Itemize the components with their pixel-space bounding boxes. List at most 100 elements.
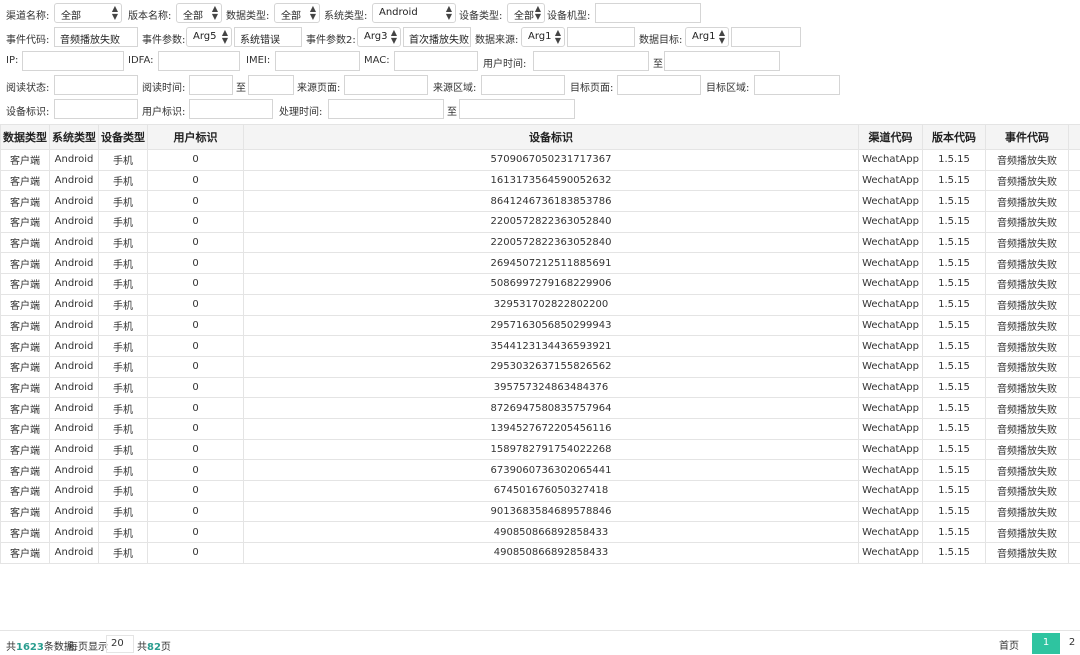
table-row[interactable]: 客户端 Android 手机 0 3544123134436593921 WechatAp… [0, 335, 1080, 357]
table-cell: 客户端 [0, 293, 50, 316]
column-header[interactable]: 系统类型 [49, 124, 99, 150]
table-row[interactable]: 客户端 Android 手机 0 6739060736302065441 WechatAp… [0, 459, 1080, 481]
readtime-end-input[interactable] [248, 75, 294, 95]
targetarea-input[interactable] [754, 75, 840, 95]
first-page-button[interactable]: 首页 [986, 633, 1032, 654]
table-cell: 2694507212511885691 [243, 252, 859, 275]
usertime-start-input[interactable] [533, 51, 649, 71]
table-cell: 0 [147, 500, 244, 523]
table-cell: 客户端 [0, 169, 50, 192]
table-row[interactable]: 客户端 Android 手机 0 8726947580835757964 WechatAp… [0, 397, 1080, 419]
table-cell: 音频播放失败 [985, 376, 1069, 399]
table-row[interactable]: 客户端 Android 手机 0 8641246736183853786 WechatAp… [0, 190, 1080, 213]
table-cell: Android [49, 252, 99, 275]
imei-input[interactable] [275, 51, 360, 71]
table-row[interactable]: 客户端 Android 手机 0 490850866892858433 WechatApp… [0, 521, 1080, 544]
table-row[interactable]: 客户端 Android 手机 0 5709067050231717367 WechatAp… [0, 149, 1080, 171]
readstatus-input[interactable] [54, 75, 138, 95]
datasource-input[interactable] [567, 27, 635, 47]
table-cell: 0 [147, 438, 244, 461]
column-header[interactable]: 设备标识 [243, 124, 859, 150]
userid-label: 用户标识: [142, 107, 186, 118]
select-arrows-icon: ▲ ▼ [390, 28, 397, 45]
select-arrows-icon: ▲ ▼ [221, 28, 228, 45]
eventcode-label: 事件代码: [6, 35, 50, 46]
table-cell: 手机 [98, 438, 148, 461]
column-header[interactable]: 渠道代码 [858, 124, 923, 150]
table-row[interactable]: 客户端 Android 手机 0 1589782791754022268 WechatAp… [0, 438, 1080, 461]
sourcearea-label: 来源区域: [433, 83, 477, 94]
userid-input[interactable] [189, 99, 273, 119]
datatarget-select[interactable]: Arg1 ▲ ▼ [685, 27, 729, 47]
table-cell: 1.5.15 [922, 273, 986, 295]
table-cell: 客户端 [0, 376, 50, 399]
page-button-current[interactable]: 1 [1032, 633, 1060, 654]
table-row[interactable]: 客户端 Android 手机 0 2957163056850299943 WechatAp… [0, 314, 1080, 337]
channel-select[interactable]: 全部 ▲ ▼ [54, 3, 122, 23]
idfa-input[interactable] [158, 51, 240, 71]
eventparam-input[interactable]: 系统错误 [234, 27, 302, 47]
table-cell-spacer [1068, 500, 1080, 523]
eventparam2-input[interactable]: 首次播放失败 [403, 27, 471, 47]
proctime-start-input[interactable] [328, 99, 444, 119]
table-cell: 手机 [98, 397, 148, 419]
table-row[interactable]: 客户端 Android 手机 0 9013683584689578846 WechatAp… [0, 500, 1080, 523]
sourcepage-input[interactable] [344, 75, 428, 95]
table-cell: 5709067050231717367 [243, 149, 859, 171]
column-header[interactable]: 数据类型 [0, 124, 50, 150]
table-row[interactable]: 客户端 Android 手机 0 1394527672205456116 WechatAp… [0, 417, 1080, 440]
table-row[interactable]: 客户端 Android 手机 0 1613173564590052632 WechatAp… [0, 169, 1080, 192]
table-cell: 客户端 [0, 190, 50, 213]
devmodel-input[interactable] [595, 3, 701, 23]
table-cell: 1613173564590052632 [243, 169, 859, 192]
table-row[interactable]: 客户端 Android 手机 0 329531702822802200 WechatApp… [0, 293, 1080, 316]
datatarget-label: 数据目标: [639, 35, 683, 46]
column-header[interactable]: 用户标识 [147, 124, 244, 150]
datasource-select[interactable]: Arg1 ▲ ▼ [521, 27, 565, 47]
table-row[interactable]: 客户端 Android 手机 0 2200572822363052840 WechatAp… [0, 211, 1080, 233]
readtime-start-input[interactable] [189, 75, 233, 95]
table-row[interactable]: 客户端 Android 手机 0 674501676050327418 WechatApp… [0, 480, 1080, 502]
table-cell: 音频播放失败 [985, 273, 1069, 295]
table-cell: 3544123134436593921 [243, 335, 859, 357]
table-cell-spacer [1068, 480, 1080, 502]
deviceid-input[interactable] [54, 99, 138, 119]
table-cell: WechatApp [858, 169, 923, 192]
version-select-value: 全部 [183, 11, 203, 22]
table-cell: WechatApp [858, 293, 923, 316]
table-row[interactable]: 客户端 Android 手机 0 2200572822363052840 WechatAp… [0, 231, 1080, 254]
table-row[interactable]: 客户端 Android 手机 0 2694507212511885691 WechatAp… [0, 252, 1080, 275]
table-cell: WechatApp [858, 335, 923, 357]
column-header[interactable]: 设备类型 [98, 124, 148, 150]
eventcode-input[interactable]: 音频播放失败 [54, 27, 138, 47]
table-row[interactable]: 客户端 Android 手机 0 395757324863484376 WechatApp… [0, 376, 1080, 399]
column-header[interactable]: 事件代码 [985, 124, 1069, 150]
devtype-select[interactable]: 全部 ▲ ▼ [507, 3, 545, 23]
eventparam2-select[interactable]: Arg3 ▲ ▼ [357, 27, 401, 47]
datatarget-input[interactable] [731, 27, 801, 47]
page-button-next[interactable]: 2 [1064, 633, 1080, 654]
table-row[interactable]: 客户端 Android 手机 0 2953032637155826562 WechatAp… [0, 355, 1080, 378]
column-header[interactable]: 版本代码 [922, 124, 986, 150]
table-cell: 8726947580835757964 [243, 397, 859, 419]
ip-input[interactable] [22, 51, 124, 71]
table-row[interactable]: 客户端 Android 手机 0 490850866892858433 WechatApp… [0, 542, 1080, 564]
targetpage-input[interactable] [617, 75, 701, 95]
per-page-select[interactable]: 20 [106, 635, 134, 653]
table-row[interactable]: 客户端 Android 手机 0 5086997279168229906 WechatAp… [0, 273, 1080, 295]
total-prefix: 共 [6, 642, 16, 653]
usertime-to-label: 至 [653, 59, 663, 70]
ostype-label: 系统类型: [324, 11, 368, 22]
usertime-end-input[interactable] [664, 51, 780, 71]
table-body: 客户端 Android 手机 0 5709067050231717367 WechatAp… [0, 149, 1080, 564]
table-cell: WechatApp [858, 273, 923, 295]
mac-input[interactable] [394, 51, 478, 71]
ostype-select[interactable]: Android ▲ ▼ [372, 3, 456, 23]
datatype-select[interactable]: 全部 ▲ ▼ [274, 3, 320, 23]
table-cell: 客户端 [0, 252, 50, 275]
eventparam-select[interactable]: Arg5 ▲ ▼ [186, 27, 232, 47]
table-cell: WechatApp [858, 211, 923, 233]
proctime-end-input[interactable] [459, 99, 575, 119]
sourcearea-input[interactable] [481, 75, 565, 95]
version-select[interactable]: 全部 ▲ ▼ [176, 3, 222, 23]
